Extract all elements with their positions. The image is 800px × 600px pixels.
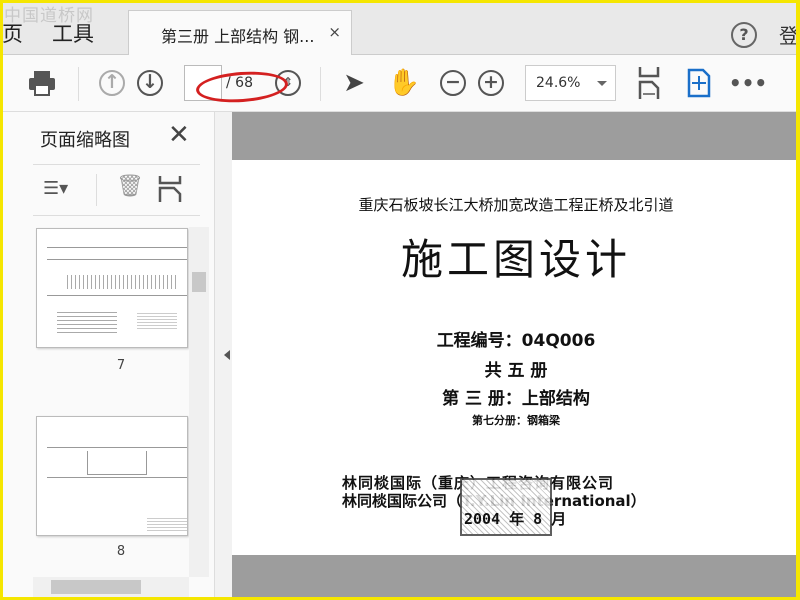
close-tab-icon[interactable]: × xyxy=(328,23,341,41)
insert-page-icon[interactable] xyxy=(158,176,182,202)
document-page: 重庆石板坡长江大桥加宽改造工程正桥及北引道 施工图设计 工程编号：04Q006 … xyxy=(232,160,800,555)
tab-bar: 页 工具 第三册 上部结构 钢... × ? 登 xyxy=(0,0,800,55)
panel-title: 页面缩略图 xyxy=(40,130,130,151)
volume-title: 第 三 册：上部结构 xyxy=(442,389,590,409)
thumbnail-list: 7 8 xyxy=(33,228,188,576)
thumbnail-page-8[interactable] xyxy=(36,416,188,536)
zoom-out-icon[interactable]: − xyxy=(439,69,467,97)
full-screen-icon[interactable] xyxy=(686,68,712,98)
login-button[interactable]: 登 xyxy=(779,20,799,49)
document-tab-title: 第三册 上部结构 钢... xyxy=(161,27,315,46)
document-title: 施工图设计 xyxy=(400,235,631,284)
zoom-in-icon[interactable]: + xyxy=(477,69,505,97)
previous-page-icon[interactable]: ↑ xyxy=(98,69,126,97)
close-panel-icon[interactable]: ✕ xyxy=(168,120,190,150)
thumbnail-label: 8 xyxy=(116,544,126,559)
document-view[interactable]: 重庆石板坡长江大桥加宽改造工程正桥及北引道 施工图设计 工程编号：04Q006 … xyxy=(232,112,800,600)
select-cursor-icon[interactable]: ➤ xyxy=(340,68,368,98)
more-options-icon[interactable]: ••• xyxy=(729,69,767,97)
chevron-down-icon xyxy=(597,81,607,91)
collapse-panel-icon[interactable] xyxy=(219,350,230,360)
project-name: 重庆石板坡长江大桥加宽改造工程正桥及北引道 xyxy=(358,196,674,214)
thumbnail-label: 7 xyxy=(116,358,126,373)
date: 2004 年 8 月 xyxy=(464,510,567,528)
panel-splitter[interactable] xyxy=(215,112,232,600)
project-code: 工程编号：04Q006 xyxy=(436,331,596,351)
toolbar: ↑ ↓ / 68 ⇕ ➤ ✋ − + 24.6% ••• xyxy=(0,55,800,112)
zoom-select[interactable]: 24.6% xyxy=(525,65,616,101)
thumbnail-page-7[interactable] xyxy=(36,228,188,348)
document-tab[interactable]: 第三册 上部结构 钢... × xyxy=(128,10,352,55)
subvolume-title: 第七分册：钢箱梁 xyxy=(472,414,560,427)
delete-icon[interactable]: 🗑 xyxy=(116,174,144,199)
fit-width-icon[interactable] xyxy=(636,67,662,99)
help-icon[interactable]: ? xyxy=(731,22,757,48)
thumbnail-horizontal-scrollbar[interactable] xyxy=(33,577,189,597)
thumbnail-options-icon[interactable]: ☰▾ xyxy=(43,178,79,200)
print-icon[interactable] xyxy=(26,69,58,97)
next-page-icon[interactable]: ↓ xyxy=(136,69,164,97)
hand-tool-icon[interactable]: ✋ xyxy=(388,68,420,98)
zoom-value: 24.6% xyxy=(536,75,581,91)
thumbnail-vertical-scrollbar[interactable] xyxy=(189,227,209,577)
watermark: 中国道桥网 xyxy=(4,6,94,26)
volume-count: 共 五 册 xyxy=(484,361,548,381)
